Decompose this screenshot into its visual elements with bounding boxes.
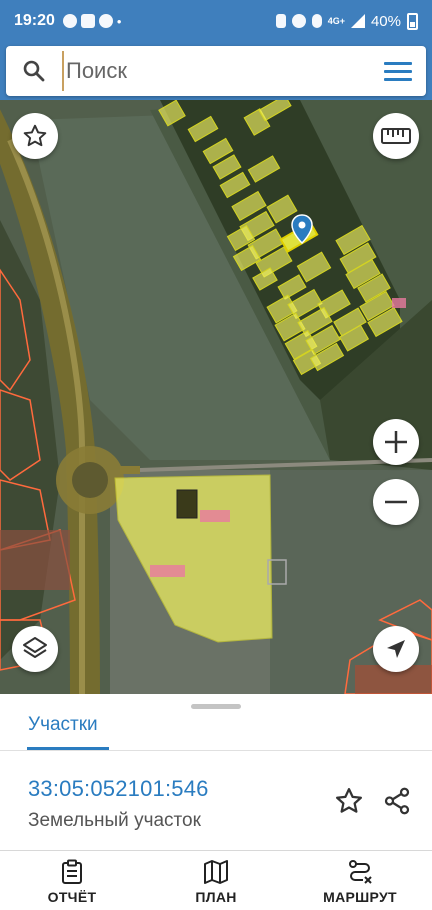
- network-type: 4G+: [327, 16, 345, 26]
- location-icon: [311, 14, 322, 28]
- vibrate-icon: [275, 14, 286, 28]
- nav-route[interactable]: МАРШРУТ: [288, 851, 432, 910]
- nav-plan-label: ПЛАН: [195, 889, 237, 905]
- share-button[interactable]: [382, 786, 412, 821]
- battery-percent: 40%: [370, 12, 401, 30]
- search-header: [0, 42, 432, 100]
- nav-report[interactable]: ОТЧЁТ: [0, 851, 144, 910]
- zoom-in-button[interactable]: [373, 419, 419, 465]
- chat-icon: [98, 14, 113, 28]
- star-icon: [23, 124, 47, 147]
- share-icon: [384, 787, 410, 815]
- cadastral-number[interactable]: 33:05:052101:546: [28, 776, 209, 802]
- star-icon: [336, 788, 362, 813]
- gallery-icon: [80, 14, 95, 28]
- nav-report-label: ОТЧЁТ: [47, 889, 97, 905]
- map-icon: [204, 860, 228, 884]
- signal-icon: [350, 14, 365, 28]
- zoom-out-button[interactable]: [373, 479, 419, 525]
- parcel-type: Земельный участок: [28, 810, 201, 831]
- location-pin-icon[interactable]: [291, 214, 313, 244]
- ruler-button[interactable]: [373, 113, 419, 159]
- sheet-divider: [0, 750, 432, 751]
- ruler-icon: [381, 128, 411, 144]
- status-time: 19:20: [14, 12, 55, 29]
- minus-icon: [385, 500, 407, 504]
- nav-plan[interactable]: ПЛАН: [144, 851, 288, 910]
- sheet-drag-handle[interactable]: [191, 704, 241, 709]
- my-location-button[interactable]: [373, 626, 419, 672]
- satellite-map[interactable]: [0, 100, 432, 694]
- navigation-arrow-icon: [387, 640, 405, 658]
- route-icon: [349, 860, 372, 884]
- map-view[interactable]: [0, 100, 432, 694]
- tab-parcels[interactable]: Участки: [28, 714, 98, 736]
- clipboard-icon: [62, 859, 82, 884]
- notification-icon: [62, 14, 77, 28]
- bottom-navigation: ОТЧЁТ ПЛАН МАРШРУТ: [0, 850, 432, 910]
- alarm-icon: [291, 14, 306, 28]
- favorite-button[interactable]: [334, 786, 364, 821]
- status-bar: 19:20 • 4G+ 40%: [0, 0, 432, 42]
- layers-button[interactable]: [12, 626, 58, 672]
- search-icon[interactable]: [6, 59, 62, 83]
- nav-route-label: МАРШРУТ: [323, 889, 397, 905]
- layers-icon: [23, 637, 47, 658]
- search-box: [6, 46, 426, 96]
- favorites-map-button[interactable]: [12, 113, 58, 159]
- notification-icons: •: [62, 13, 122, 29]
- search-input[interactable]: [62, 51, 370, 91]
- dot-icon: •: [116, 13, 122, 29]
- menu-icon[interactable]: [370, 61, 426, 81]
- status-right: 4G+ 40%: [275, 12, 418, 30]
- battery-icon: [407, 12, 418, 30]
- plus-icon: [385, 431, 407, 453]
